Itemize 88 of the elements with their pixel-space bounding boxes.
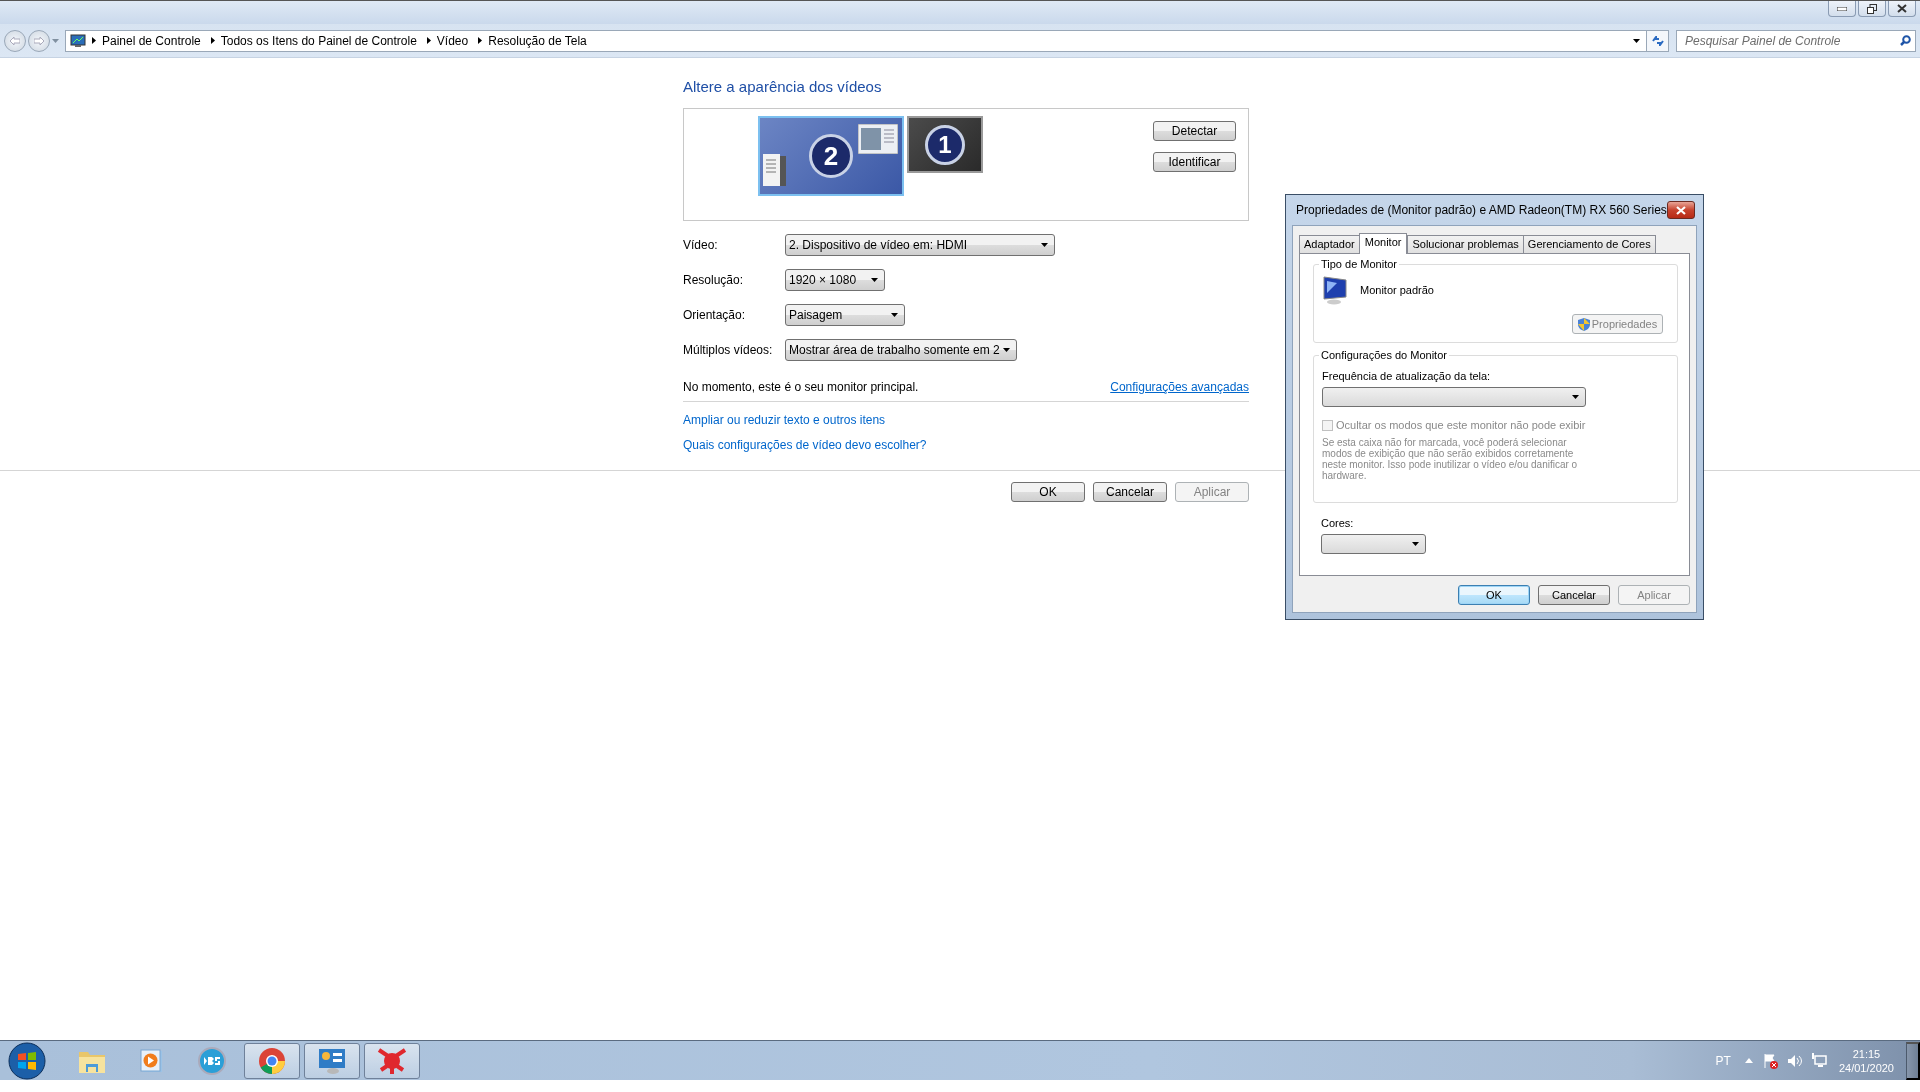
clock-date: 24/01/2020	[1838, 1060, 1894, 1075]
side-button[interactable]: Detectar	[1153, 121, 1236, 141]
group-heading: Tipo de Monitor	[1319, 257, 1400, 271]
address-bar[interactable]: Painel de Controle Todos os Itens do Painel de Controle Vídeo Resolução de Tela	[65, 29, 1647, 52]
monitor-tile[interactable]: 1	[907, 116, 983, 173]
flag-icon[interactable]	[1762, 1052, 1779, 1069]
setting-label: Múltiplos vídeos:	[683, 343, 774, 357]
show-desktop-button[interactable]	[1906, 1041, 1920, 1080]
forward-button[interactable]	[28, 29, 50, 52]
dropdown-arrow-icon	[1003, 348, 1010, 352]
field-label: Cores:	[1321, 517, 1355, 529]
dialog-title: Propriedades de (Monitor padrão) e AMD Radeon(TM) RX 560 Series	[1296, 203, 1667, 217]
network-icon[interactable]	[1810, 1053, 1827, 1068]
history-dropdown-icon[interactable]	[52, 38, 59, 43]
side-button[interactable]: Identificar	[1153, 152, 1236, 172]
restore-icon	[1867, 3, 1877, 14]
tab[interactable]: Adaptador	[1299, 235, 1360, 253]
setting-dropdown[interactable]: 2. Dispositivo de vídeo em: HDMI	[785, 234, 1055, 256]
hint-text: Se esta caixa não for marcada, você poderá selecionar modos de exibição que não serão exibidos corretamente neste monitor. Isso pode inutilizar o vídeo e/ou danificar o hardware.	[1322, 437, 1579, 481]
setting-label: Vídeo:	[683, 238, 719, 252]
close-button[interactable]	[1888, 1, 1916, 17]
chevron-icon	[478, 37, 483, 44]
colors-dropdown[interactable]	[1321, 534, 1426, 554]
taskbar-button[interactable]	[244, 1042, 300, 1079]
help-link[interactable]: Quais configurações de vídeo devo escolher?	[683, 437, 1249, 453]
document-thumbnail-icon	[763, 154, 787, 188]
clock-time: 21:15	[1852, 1046, 1881, 1061]
chevron-icon	[426, 37, 431, 44]
tab[interactable]: Monitor	[1358, 233, 1408, 254]
dialog-button[interactable]: OK	[1458, 585, 1530, 605]
search-field[interactable]: Pesquisar Painel de Controle	[1676, 29, 1916, 52]
group-heading: Configurações do Monitor	[1319, 348, 1449, 362]
monitor-number: 1	[925, 124, 965, 165]
back-arrow-icon	[10, 36, 20, 45]
browser-icon	[257, 1045, 287, 1076]
advanced-settings-link[interactable]: Configurações avançadas	[1110, 379, 1249, 395]
dropdown-arrow-icon	[1572, 395, 1579, 399]
start-button[interactable]	[8, 1041, 46, 1080]
setting-dropdown[interactable]: 1920 × 1080	[785, 269, 885, 291]
close-icon	[1675, 205, 1686, 215]
dialog-button[interactable]: OK	[1011, 482, 1085, 502]
field-label: Frequência de atualização da tela:	[1322, 370, 1492, 382]
refresh-icon	[1651, 35, 1664, 46]
forward-arrow-icon	[34, 36, 44, 45]
checkbox-label: Ocultar os modos que este monitor não pode exibir	[1336, 419, 1586, 431]
status-text: No momento, este é o seu monitor principal.	[683, 379, 919, 395]
back-button[interactable]	[4, 29, 26, 52]
media-player-icon	[197, 1045, 227, 1076]
restore-button[interactable]	[1858, 1, 1886, 17]
refresh-rate-dropdown[interactable]	[1322, 387, 1586, 407]
setting-dropdown[interactable]: Paisagem	[785, 304, 905, 326]
breadcrumb-item[interactable]: Resolução de Tela	[488, 33, 587, 48]
address-dropdown-icon[interactable]	[1633, 38, 1640, 43]
chevron-icon	[92, 37, 96, 44]
tab[interactable]: Gerenciamento de Cores	[1522, 235, 1656, 253]
show-hidden-icons-icon[interactable]	[1744, 1058, 1753, 1063]
setting-dropdown[interactable]: Mostrar área de trabalho somente em 2	[785, 339, 1017, 361]
breadcrumb-item[interactable]: Vídeo	[436, 33, 469, 48]
speaker-icon[interactable]	[1786, 1053, 1803, 1068]
breadcrumb-item[interactable]: Painel de Controle	[102, 33, 201, 48]
window-thumbnail-icon	[858, 124, 898, 154]
search-icon	[1900, 35, 1911, 46]
tab[interactable]: Solucionar problemas	[1407, 235, 1524, 253]
taskbar-button[interactable]	[304, 1042, 360, 1079]
chevron-icon	[210, 37, 215, 44]
play-icon	[139, 1047, 165, 1074]
dropdown-arrow-icon	[1041, 243, 1048, 247]
dialog-button[interactable]: Cancelar	[1093, 482, 1167, 502]
setting-label: Resolução:	[683, 273, 745, 287]
dropdown-arrow-icon	[1412, 542, 1419, 546]
taskbar-button[interactable]	[364, 1042, 420, 1079]
close-icon	[1897, 4, 1907, 13]
refresh-button[interactable]	[1647, 29, 1669, 52]
monitor-tile[interactable]: 2	[758, 116, 904, 196]
dropdown-arrow-icon	[891, 313, 898, 317]
page-title: Altere a aparência dos vídeos	[683, 78, 883, 96]
close-button[interactable]	[1666, 201, 1695, 219]
monitor-name: Monitor padrão	[1360, 284, 1434, 296]
dialog-button[interactable]: Cancelar	[1538, 585, 1610, 605]
shield-icon	[1577, 317, 1590, 331]
breadcrumb-item[interactable]: Todos os Itens do Painel de Controle	[220, 33, 417, 48]
monitor-icon	[70, 33, 86, 48]
monitor-number: 2	[809, 134, 853, 178]
minimize-icon	[1837, 6, 1847, 11]
setting-label: Orientação:	[683, 308, 747, 322]
help-link[interactable]: Ampliar ou reduzir texto e outros itens	[683, 412, 1249, 428]
dropdown-arrow-icon	[871, 278, 878, 282]
monitor-icon	[1322, 275, 1350, 305]
